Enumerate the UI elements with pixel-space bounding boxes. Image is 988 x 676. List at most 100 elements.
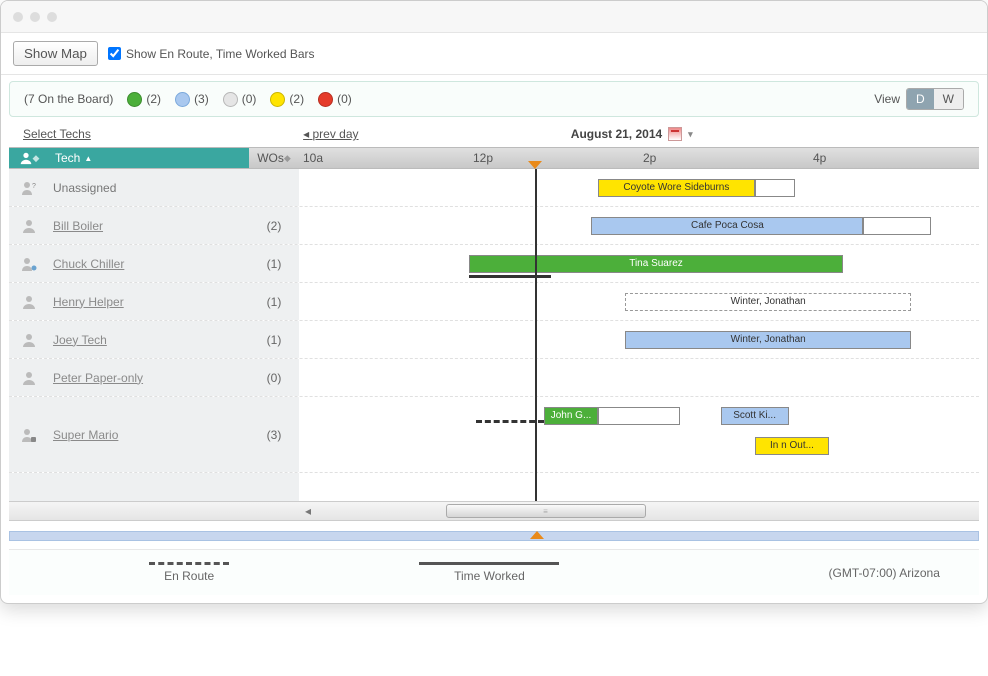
tech-link[interactable]: Chuck Chiller: [53, 257, 124, 271]
row-wos-count: [249, 169, 299, 206]
window-control-dot[interactable]: [47, 12, 57, 22]
row-tech-name: Chuck Chiller: [49, 245, 249, 282]
row-wos-count: (1): [249, 245, 299, 282]
status-summary-row: (7 On the Board) (2) (3) (0) (2) (0) Vie…: [9, 81, 979, 117]
dot-yellow-icon: [270, 92, 285, 107]
row-wos-count: (1): [249, 321, 299, 358]
dashed-line-icon: [149, 562, 229, 565]
current-date: August 21, 2014 ▾: [571, 127, 693, 141]
view-toggle-group: View D W: [874, 88, 964, 110]
wo-bar-tina[interactable]: Tina Suarez: [469, 255, 843, 273]
calendar-icon[interactable]: [668, 127, 682, 141]
show-bars-checkbox-label[interactable]: Show En Route, Time Worked Bars: [108, 47, 315, 61]
column-header-tech[interactable]: Tech ▲: [49, 148, 249, 168]
dot-red-icon: [318, 92, 333, 107]
prev-day-link[interactable]: ◂ prev day: [303, 127, 358, 141]
dropdown-caret-icon[interactable]: ▾: [688, 129, 693, 140]
top-toolbar: Show Map Show En Route, Time Worked Bars: [1, 33, 987, 75]
person-icon: [19, 151, 33, 165]
row-tech-name: Unassigned: [49, 169, 249, 206]
tech-row-chuck-chiller: Chuck Chiller (1) Tina Suarez: [9, 245, 979, 283]
svg-text:?: ?: [32, 183, 36, 190]
wo-bar-scott[interactable]: Scott Ki...: [721, 407, 789, 425]
person-gear-icon: [21, 256, 37, 272]
row-icon-cell: [9, 397, 49, 472]
window-control-dot[interactable]: [30, 12, 40, 22]
row-timeline[interactable]: John G... Scott Ki... In n Out...: [299, 397, 979, 472]
dispatch-board-window: Show Map Show En Route, Time Worked Bars…: [0, 0, 988, 604]
column-header-row: ◆ Tech ▲ WOs ◆ 10a 12p 2p 4p: [9, 147, 979, 169]
select-techs-link[interactable]: Select Techs: [23, 127, 91, 141]
tech-row-super-mario: Super Mario (3) John G... Scott Ki... In…: [9, 397, 979, 473]
wo-bar-winter[interactable]: Winter, Jonathan: [625, 331, 911, 349]
spacer-row: [9, 473, 979, 501]
tech-link[interactable]: Peter Paper-only: [53, 371, 143, 385]
row-wos-count: (2): [249, 207, 299, 244]
time-worked-segment: [469, 275, 551, 278]
row-timeline[interactable]: Winter, Jonathan: [299, 321, 979, 358]
status-chip-blue[interactable]: (3): [175, 92, 209, 107]
row-timeline[interactable]: Tina Suarez: [299, 245, 979, 282]
scroll-thumb[interactable]: ≡: [446, 504, 646, 518]
person-icon: [21, 294, 37, 310]
status-chip-green[interactable]: (2): [127, 92, 161, 107]
column-header-wos[interactable]: WOs ◆: [249, 148, 299, 168]
wo-bar-extension[interactable]: [755, 179, 796, 197]
sort-handle-icon: ◆: [33, 153, 40, 164]
person-icon: [21, 370, 37, 386]
wo-bar-extension[interactable]: [863, 217, 931, 235]
wo-bar-winter-dashed[interactable]: Winter, Jonathan: [625, 293, 911, 311]
person-icon: [21, 332, 37, 348]
person-gear-icon: [21, 427, 37, 443]
row-timeline[interactable]: Winter, Jonathan: [299, 283, 979, 320]
tech-row-henry-helper: Henry Helper (1) Winter, Jonathan: [9, 283, 979, 321]
sort-handle-icon: ◆: [284, 153, 291, 164]
column-header-icon-cell[interactable]: ◆: [9, 148, 49, 168]
legend-row: En Route Time Worked (GMT-07:00) Arizona: [9, 549, 979, 595]
view-segmented-control: D W: [906, 88, 964, 110]
tech-row-joey-tech: Joey Tech (1) Winter, Jonathan: [9, 321, 979, 359]
status-chip-red[interactable]: (0): [318, 92, 352, 107]
row-timeline[interactable]: Coyote Wore Sideburns: [299, 169, 979, 206]
wo-bar-inout[interactable]: In n Out...: [755, 437, 830, 455]
en-route-segment: [476, 420, 544, 423]
legend-timezone: (GMT-07:00) Arizona: [640, 566, 940, 580]
scroll-left-button[interactable]: ◂: [299, 504, 317, 518]
wo-bar-cafe[interactable]: Cafe Poca Cosa: [591, 217, 863, 235]
view-label: View: [874, 92, 900, 106]
legend-time-worked: Time Worked: [339, 562, 639, 583]
tech-link[interactable]: Joey Tech: [53, 333, 107, 347]
window-control-dot[interactable]: [13, 12, 23, 22]
person-icon: [21, 218, 37, 234]
row-wos-count: (1): [249, 283, 299, 320]
wo-bar-extension[interactable]: [598, 407, 680, 425]
row-timeline[interactable]: [299, 359, 979, 396]
tech-link[interactable]: Super Mario: [53, 428, 118, 442]
tech-link[interactable]: Bill Boiler: [53, 219, 103, 233]
row-tech-name: Henry Helper: [49, 283, 249, 320]
row-tech-name: Super Mario: [49, 397, 249, 472]
view-week-button[interactable]: W: [934, 89, 963, 109]
show-bars-label: Show En Route, Time Worked Bars: [126, 47, 315, 61]
gantt-body: ? Unassigned Coyote Wore Sideburns Bill …: [1, 169, 987, 501]
wo-bar-john[interactable]: John G...: [544, 407, 598, 425]
tech-row-unassigned: ? Unassigned Coyote Wore Sideburns: [9, 169, 979, 207]
sort-asc-icon: ▲: [84, 154, 92, 163]
footer-strip: [9, 531, 979, 541]
status-chip-yellow[interactable]: (2): [270, 92, 304, 107]
tech-link[interactable]: Henry Helper: [53, 295, 124, 309]
horizontal-scrollbar[interactable]: ◂ ≡: [9, 501, 979, 521]
row-timeline[interactable]: Cafe Poca Cosa: [299, 207, 979, 244]
time-tick: 4p: [809, 148, 979, 168]
row-tech-name: Joey Tech: [49, 321, 249, 358]
time-tick: 2p: [639, 148, 809, 168]
wo-bar-coyote[interactable]: Coyote Wore Sideburns: [598, 179, 754, 197]
status-chip-gray[interactable]: (0): [223, 92, 257, 107]
person-question-icon: ?: [21, 180, 37, 196]
view-day-button[interactable]: D: [907, 89, 934, 109]
row-icon-cell: [9, 359, 49, 396]
show-map-button[interactable]: Show Map: [13, 41, 98, 66]
row-tech-name: Bill Boiler: [49, 207, 249, 244]
time-tick: 10a: [299, 148, 469, 168]
show-bars-checkbox[interactable]: [108, 47, 121, 60]
